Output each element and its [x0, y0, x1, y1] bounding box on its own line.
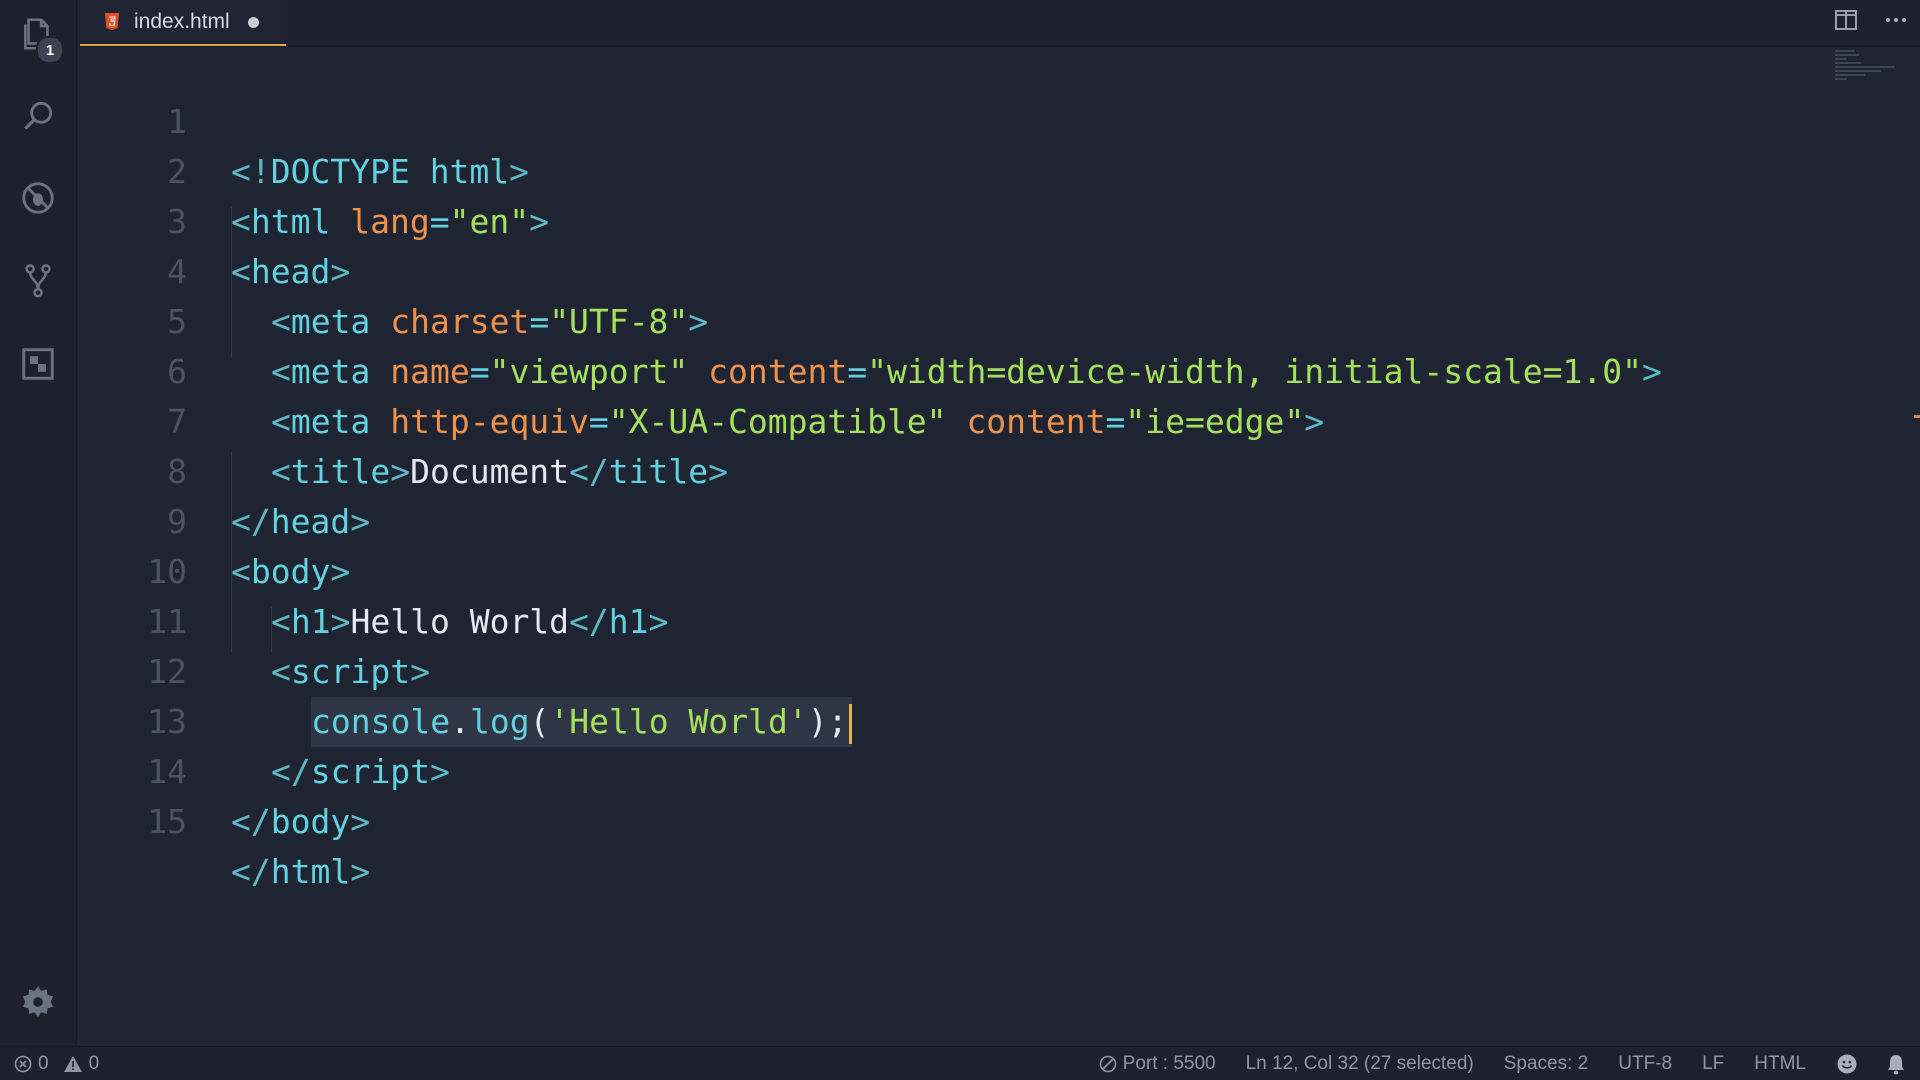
circle-slash-icon: [1099, 1055, 1116, 1072]
extensions-button[interactable]: [0, 334, 76, 394]
error-count: 0: [38, 1052, 49, 1074]
code-line: 5 <meta name="viewport" content="width=d…: [77, 247, 1857, 391]
scrollbar-marker: [1914, 415, 1920, 418]
code-line: 1 <!DOCTYPE html>: [77, 47, 1857, 191]
eol-label: LF: [1702, 1052, 1725, 1074]
position-label: Ln 12, Col 32 (27 selected): [1245, 1052, 1474, 1074]
error-icon: [14, 1055, 32, 1072]
code-line: 8 </head>: [77, 397, 1857, 541]
source-control-icon: [25, 264, 51, 298]
feedback-button[interactable]: [1836, 1053, 1864, 1075]
spaces-label: Spaces: 2: [1503, 1052, 1589, 1074]
unsaved-indicator-icon[interactable]: [247, 16, 259, 28]
smiley-icon: [1837, 1054, 1857, 1073]
code-line: 3 <head>: [77, 147, 1857, 291]
language-mode[interactable]: HTML: [1754, 1053, 1806, 1075]
html5-icon: [105, 13, 119, 30]
search-icon: [24, 101, 53, 130]
tab-index-html[interactable]: index.html: [80, 0, 286, 46]
debug-button[interactable]: [0, 168, 76, 228]
language-label: HTML: [1754, 1052, 1806, 1074]
code-line: 13 </script>: [77, 647, 1857, 791]
code-line: 15 </html>: [77, 747, 1857, 891]
problems-indicator[interactable]: 0 0: [14, 1047, 99, 1080]
encoding[interactable]: UTF-8: [1618, 1053, 1672, 1075]
code-line: 11 <script>: [77, 547, 1857, 691]
indentation[interactable]: Spaces: 2: [1504, 1053, 1589, 1075]
code-line-current: 12 console.log('Hello World');: [77, 597, 1857, 747]
code-line: 9 <body>: [77, 447, 1857, 591]
more-actions-icon[interactable]: [1884, 8, 1908, 32]
search-button[interactable]: [0, 86, 76, 146]
code-line: 6 <meta http-equiv="X-UA-Compatible" con…: [77, 297, 1857, 441]
status-bar: 0 0 Port : 5500 Ln 12, Col 32 (27 select…: [0, 1046, 1920, 1080]
source-control-button[interactable]: [0, 250, 76, 310]
split-editor-icon[interactable]: [1834, 8, 1858, 32]
gear-icon: [22, 986, 54, 1018]
code-editor[interactable]: 1 <!DOCTYPE html> 2 <html lang="en"> 3 <…: [77, 47, 1920, 1047]
code-line: 14 </body>: [77, 697, 1857, 841]
warning-count: 0: [88, 1052, 100, 1074]
tab-bar: index.html: [77, 0, 1920, 47]
debug-icon: [22, 182, 54, 214]
tab-label: index.html: [134, 10, 230, 33]
minimap[interactable]: [1835, 48, 1905, 80]
extensions-icon: [22, 348, 54, 380]
code-line: 4 <meta charset="UTF-8">: [77, 197, 1857, 341]
code-line: 7 <title>Document</title>: [77, 347, 1857, 491]
explorer-button[interactable]: 1: [0, 4, 76, 64]
bell-icon: [1888, 1054, 1904, 1074]
line-number: 15: [147, 802, 187, 841]
warning-icon: [63, 1055, 82, 1072]
settings-button[interactable]: [0, 972, 76, 1032]
explorer-badge: 1: [36, 36, 64, 64]
cursor-position[interactable]: Ln 12, Col 32 (27 selected): [1246, 1053, 1474, 1075]
port-label: Port : 5500: [1122, 1052, 1216, 1074]
code-line: 2 <html lang="en">: [77, 97, 1857, 241]
code-line: 10 <h1>Hello World</h1>: [77, 497, 1857, 641]
editor-actions: [1834, 0, 1920, 40]
live-server-port[interactable]: Port : 5500: [1099, 1053, 1216, 1075]
encoding-label: UTF-8: [1618, 1052, 1673, 1074]
end-of-line[interactable]: LF: [1702, 1053, 1724, 1075]
activity-bar: 1: [0, 0, 77, 1047]
notifications-button[interactable]: [1886, 1053, 1912, 1075]
